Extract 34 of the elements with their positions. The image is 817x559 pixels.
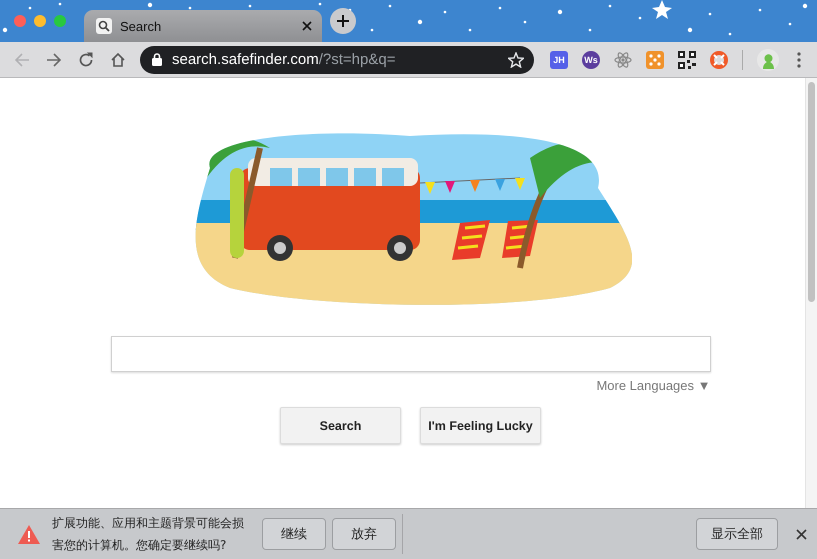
browser-tab[interactable]: Search [84,10,322,42]
extension-icon[interactable]: JH [550,50,568,68]
url-text: search.safefinder.com/?st=hp&q= [172,51,396,68]
warning-icon [18,524,40,544]
discard-button[interactable]: 放弃 [332,518,396,550]
feeling-lucky-button[interactable]: I'm Feeling Lucky [420,407,541,444]
close-icon[interactable] [796,528,807,540]
new-tab-button[interactable] [330,8,356,34]
search-field[interactable] [110,336,710,372]
search-favicon-icon [96,18,112,34]
scrollbar[interactable] [805,78,817,508]
profile-avatar-icon[interactable] [757,48,779,70]
close-icon[interactable] [302,21,312,31]
continue-button[interactable]: 继续 [262,518,326,550]
zoom-window-button[interactable] [54,15,66,27]
scrollbar-thumb[interactable] [808,82,815,302]
tab-title: Search [120,18,162,34]
extension-icon[interactable]: Ws [582,50,600,68]
qr-code-icon[interactable] [678,50,696,68]
warning-message: 扩展功能、应用和主题背景可能会损害您的计算机。您确定要继续吗? [52,515,245,554]
lock-icon [152,53,162,66]
star-icon[interactable] [508,52,524,68]
search-button[interactable]: Search [280,407,401,444]
show-all-button[interactable]: 显示全部 [696,518,778,550]
forward-arrow-icon[interactable] [46,52,62,68]
home-icon[interactable] [110,52,126,68]
menu-icon[interactable] [797,52,801,68]
address-bar[interactable]: search.safefinder.com/?st=hp&q= [140,46,534,74]
lifebuoy-icon[interactable] [710,50,728,68]
atom-icon[interactable] [614,50,632,68]
more-languages-link[interactable]: More Languages ▼ [110,378,710,393]
minimize-window-button[interactable] [34,15,46,27]
dice-icon[interactable] [646,50,664,68]
reload-icon[interactable] [78,52,94,68]
